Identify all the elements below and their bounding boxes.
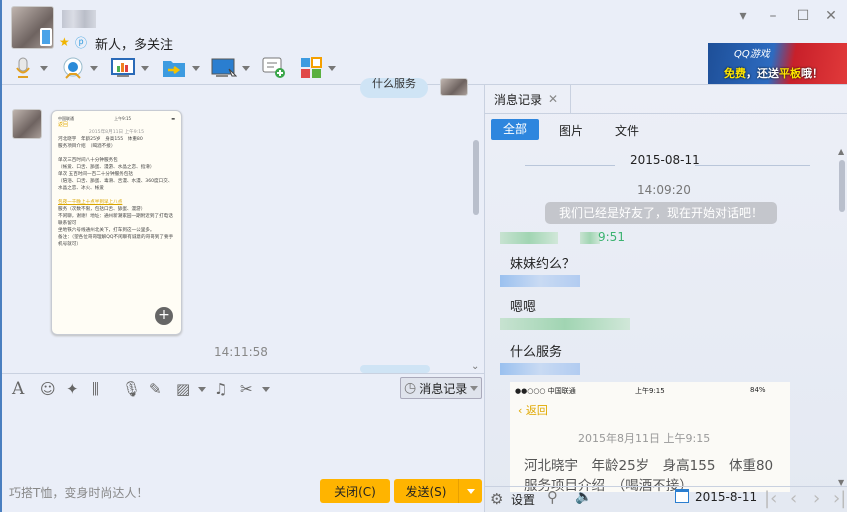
maximize-icon[interactable]: ☐ (795, 8, 811, 24)
qq-game-ad[interactable]: QQ游戏 免费，还送平板哦！ (708, 43, 847, 84)
chat-window: ★ ⓟ 新人，多关注 ▾ – ☐ ✕ QQ游戏 免费，还送平板哦！ 什么服务 中… (0, 0, 847, 512)
image-dropdown[interactable] (198, 387, 206, 392)
screenshot-scissors-icon[interactable]: ✂ (240, 380, 253, 398)
filter-all[interactable]: 全部 (491, 119, 539, 140)
shake-icon[interactable]: ⫼ (92, 380, 99, 398)
prev-page-icon[interactable]: ‹ (790, 488, 797, 509)
video-camera-icon[interactable] (60, 56, 86, 80)
minimize-icon[interactable]: – (765, 8, 781, 24)
star-icon: ★ (59, 35, 70, 49)
tab-message-history[interactable]: 消息记录 ✕ (485, 85, 571, 113)
settings-gear-icon[interactable]: ⚙ (490, 490, 503, 508)
apps-icon[interactable] (298, 56, 324, 80)
date-picker[interactable]: 2015-8-11 (695, 490, 757, 504)
voice-message-icon[interactable]: 🎙 (122, 380, 141, 398)
first-page-icon[interactable]: |‹ (764, 488, 777, 509)
chat-image-message[interactable]: 中国联通 上午9:15 ▬ 返回 2015年8月11日 上午9:15 河北晓宇 年龄… (51, 110, 182, 335)
history-scrollbar[interactable] (839, 160, 845, 212)
close-button[interactable]: 关闭(C) (320, 479, 390, 503)
microphone-icon[interactable] (10, 56, 36, 80)
sender-name-blurred (500, 318, 630, 330)
history-message: 妹妹约么？ (510, 257, 576, 272)
voice-dropdown[interactable] (40, 66, 48, 71)
calendar-icon[interactable] (675, 489, 689, 503)
my-avatar[interactable] (440, 78, 468, 96)
self-name-blurred (500, 275, 580, 287)
message-history-panel: 消息记录 ✕ 全部 图片 文件 2015-08-11 14:09:20 我们已经是… (484, 85, 847, 512)
magic-wand-icon[interactable]: ✦ (66, 380, 79, 398)
message-history-button[interactable]: ◷ 消息记录 (400, 377, 482, 399)
chevron-down-icon (466, 488, 475, 494)
image-time: 上午9:15 (635, 387, 665, 395)
ad-brand: QQ游戏 (734, 49, 770, 60)
edit-icon[interactable]: ✎ (149, 380, 162, 398)
mobile-online-icon (40, 28, 52, 46)
sender-time: 9:51 (598, 230, 625, 244)
chat-scrollbar[interactable] (473, 140, 479, 215)
close-tab-icon[interactable]: ✕ (548, 92, 558, 106)
send-button[interactable]: 发送(S) (394, 479, 458, 503)
music-icon[interactable]: ♫ (214, 380, 227, 398)
history-label: 消息记录 (419, 381, 468, 396)
system-message: 我们已经是好友了，现在开始对话吧！ (545, 202, 777, 224)
ad-tip-link[interactable]: 巧搭T恤，变身时尚达人！ (9, 484, 148, 501)
sender-time-blurred (580, 232, 600, 244)
video-dropdown[interactable] (90, 66, 98, 71)
remote-desktop-icon[interactable] (211, 56, 237, 80)
screenshot-dropdown[interactable] (262, 387, 270, 392)
contact-signature: 新人，多关注 (95, 38, 174, 53)
image-line: 河北晓宇 年龄25岁 身高155 体重80 (524, 458, 774, 474)
filter-files[interactable]: 文件 (615, 122, 639, 139)
ad-slogan: 免费，还送平板哦！ (724, 67, 823, 80)
speaker-icon[interactable]: 🔈 (575, 489, 592, 505)
history-date: 2015-08-11 (630, 153, 700, 167)
search-icon[interactable]: ⚲ (547, 488, 558, 506)
self-name-blurred (500, 363, 580, 375)
zoom-image-icon[interactable]: + (155, 307, 173, 325)
chat-timestamp: 14:11:58 (214, 345, 268, 359)
contact-avatar-small[interactable] (12, 109, 42, 139)
send-options-dropdown[interactable] (458, 479, 482, 503)
image-back: ‹ 返回 (518, 404, 548, 417)
tab-label: 消息记录 (494, 92, 543, 107)
scroll-up-icon[interactable]: ▲ (838, 147, 844, 156)
sender-name-blurred (500, 232, 558, 244)
scroll-down-icon[interactable]: ⌄ (471, 361, 479, 372)
file-transfer-icon[interactable] (161, 56, 187, 80)
next-page-icon[interactable]: › (813, 488, 820, 509)
image-date: 2015年8月11日 上午9:15 (578, 432, 711, 445)
input-divider (2, 373, 484, 374)
chat-bubble-sent: 什么服务 (360, 78, 428, 98)
history-time: 14:09:20 (637, 183, 691, 197)
filter-images[interactable]: 图片 (559, 122, 583, 139)
settings-label[interactable]: 设置 (511, 491, 535, 508)
qzone-icon[interactable]: ⓟ (75, 34, 87, 51)
chevron-down-icon (470, 385, 479, 391)
history-message: 什么服务 (510, 345, 563, 360)
file-dropdown[interactable] (192, 66, 200, 71)
close-icon[interactable]: ✕ (823, 8, 839, 24)
emoji-icon[interactable]: ☺ (40, 380, 56, 398)
chat-bubble-sent-partial (360, 365, 430, 373)
last-page-icon[interactable]: ›| (833, 488, 846, 509)
menu-dropdown-icon[interactable]: ▾ (735, 8, 751, 24)
tab-divider (485, 113, 847, 114)
history-message: 嗯嗯 (510, 300, 537, 315)
add-chat-icon[interactable] (261, 56, 287, 80)
remote-dropdown[interactable] (242, 66, 250, 71)
message-input[interactable] (6, 402, 480, 472)
history-footer-divider (485, 486, 847, 487)
clock-icon: ◷ (404, 380, 417, 396)
date-divider-left (525, 165, 615, 166)
image-carrier: ●●○○○ 中国联通 (515, 387, 576, 395)
image-icon[interactable]: ▨ (176, 380, 190, 398)
screen-share-icon[interactable] (110, 56, 136, 80)
image-battery: 84% (750, 386, 766, 394)
contact-name-blurred[interactable] (62, 10, 96, 28)
date-divider-right (695, 165, 810, 166)
screen-dropdown[interactable] (141, 66, 149, 71)
font-icon[interactable]: A (12, 379, 24, 399)
apps-dropdown[interactable] (328, 66, 336, 71)
history-image-message[interactable]: ●●○○○ 中国联通 上午9:15 84% ‹ 返回 2015年8月11日 上午… (510, 382, 790, 492)
